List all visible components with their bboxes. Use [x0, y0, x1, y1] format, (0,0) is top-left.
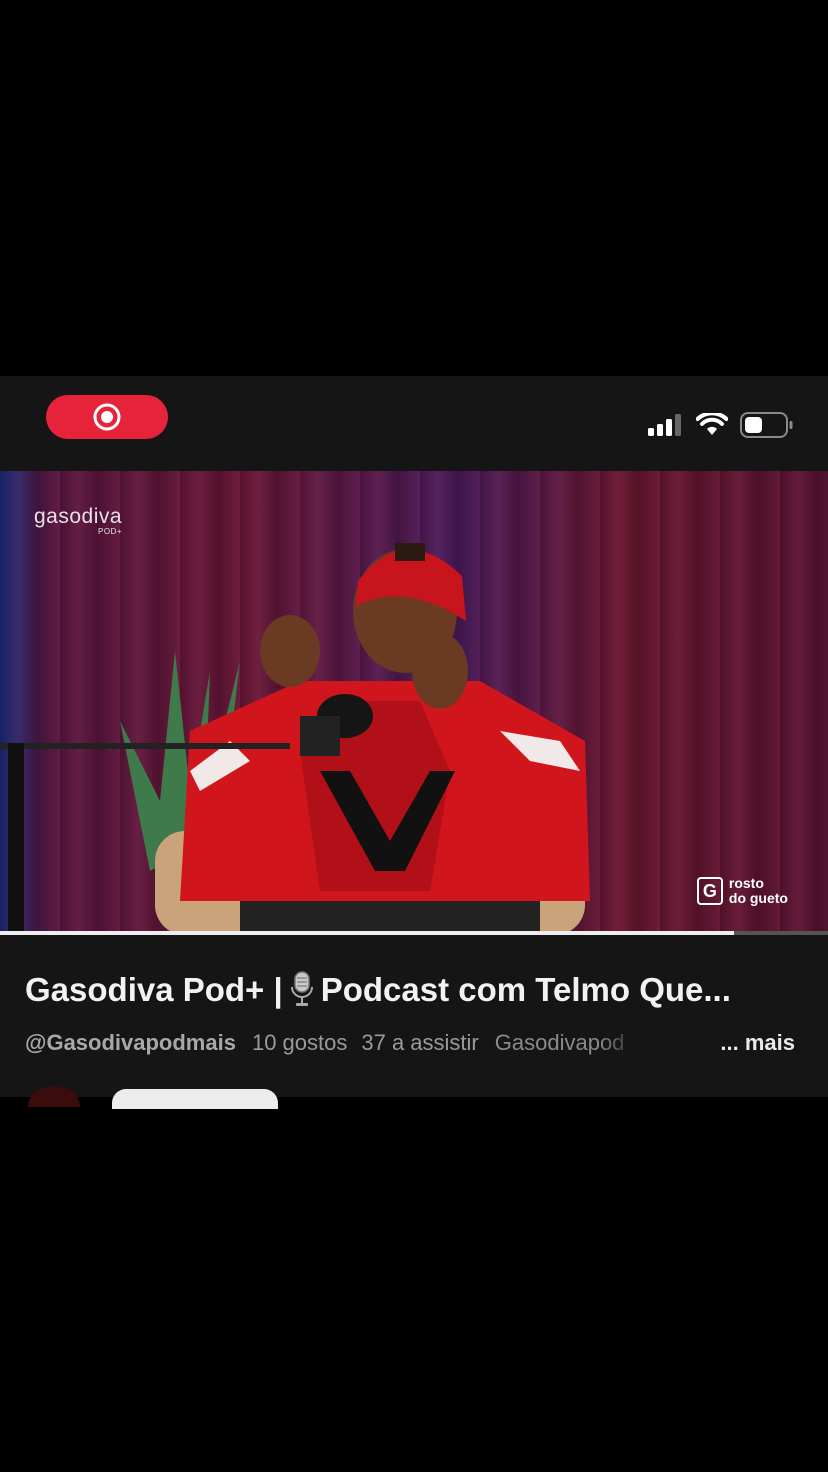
battery-icon [740, 412, 793, 438]
title-part2: Podcast com Telmo Que... [320, 971, 731, 1008]
watermark-subtext: POD+ [98, 527, 123, 536]
brand-logo-line2: do gueto [728, 890, 788, 906]
avatar[interactable] [28, 1087, 80, 1107]
brand-logo-line1: rosto [728, 875, 764, 891]
video-info-panel: Gasodiva Pod+ | Podcast com Telmo Que...… [0, 935, 828, 1109]
watermark-text: gasodiva [34, 505, 123, 528]
more-link[interactable]: ... mais [720, 1030, 795, 1056]
brand-logo-icon: G [696, 877, 723, 905]
screen-recording-indicator[interactable] [46, 395, 168, 439]
title-part1: Gasodiva Pod+ | [25, 971, 283, 1008]
description-preview: Gasodivapod [494, 1030, 625, 1055]
status-bar [0, 376, 828, 471]
signal-icon [648, 414, 681, 436]
video-watermark: gasodiva POD+ [34, 505, 122, 536]
likes-count: 10 gostos [251, 1030, 348, 1055]
video-meta-row: @Gasodivapodmais 10 gostos 37 a assistir… [25, 1028, 795, 1058]
brand-logo: G rosto do gueto [696, 875, 788, 906]
video-player[interactable]: gasodiva POD+ G rosto do gueto [0, 471, 828, 935]
video-title[interactable]: Gasodiva Pod+ | Podcast com Telmo Que... [25, 971, 805, 1009]
channel-handle[interactable]: @Gasodivapodmais [25, 1030, 236, 1056]
microphone-icon [290, 971, 313, 1006]
wifi-icon [696, 413, 728, 435]
viewer-count: 37 a assistir [361, 1030, 479, 1055]
follow-button[interactable] [112, 1089, 278, 1109]
record-icon [93, 403, 121, 431]
video-frame [0, 543, 590, 935]
status-icons [648, 412, 794, 438]
